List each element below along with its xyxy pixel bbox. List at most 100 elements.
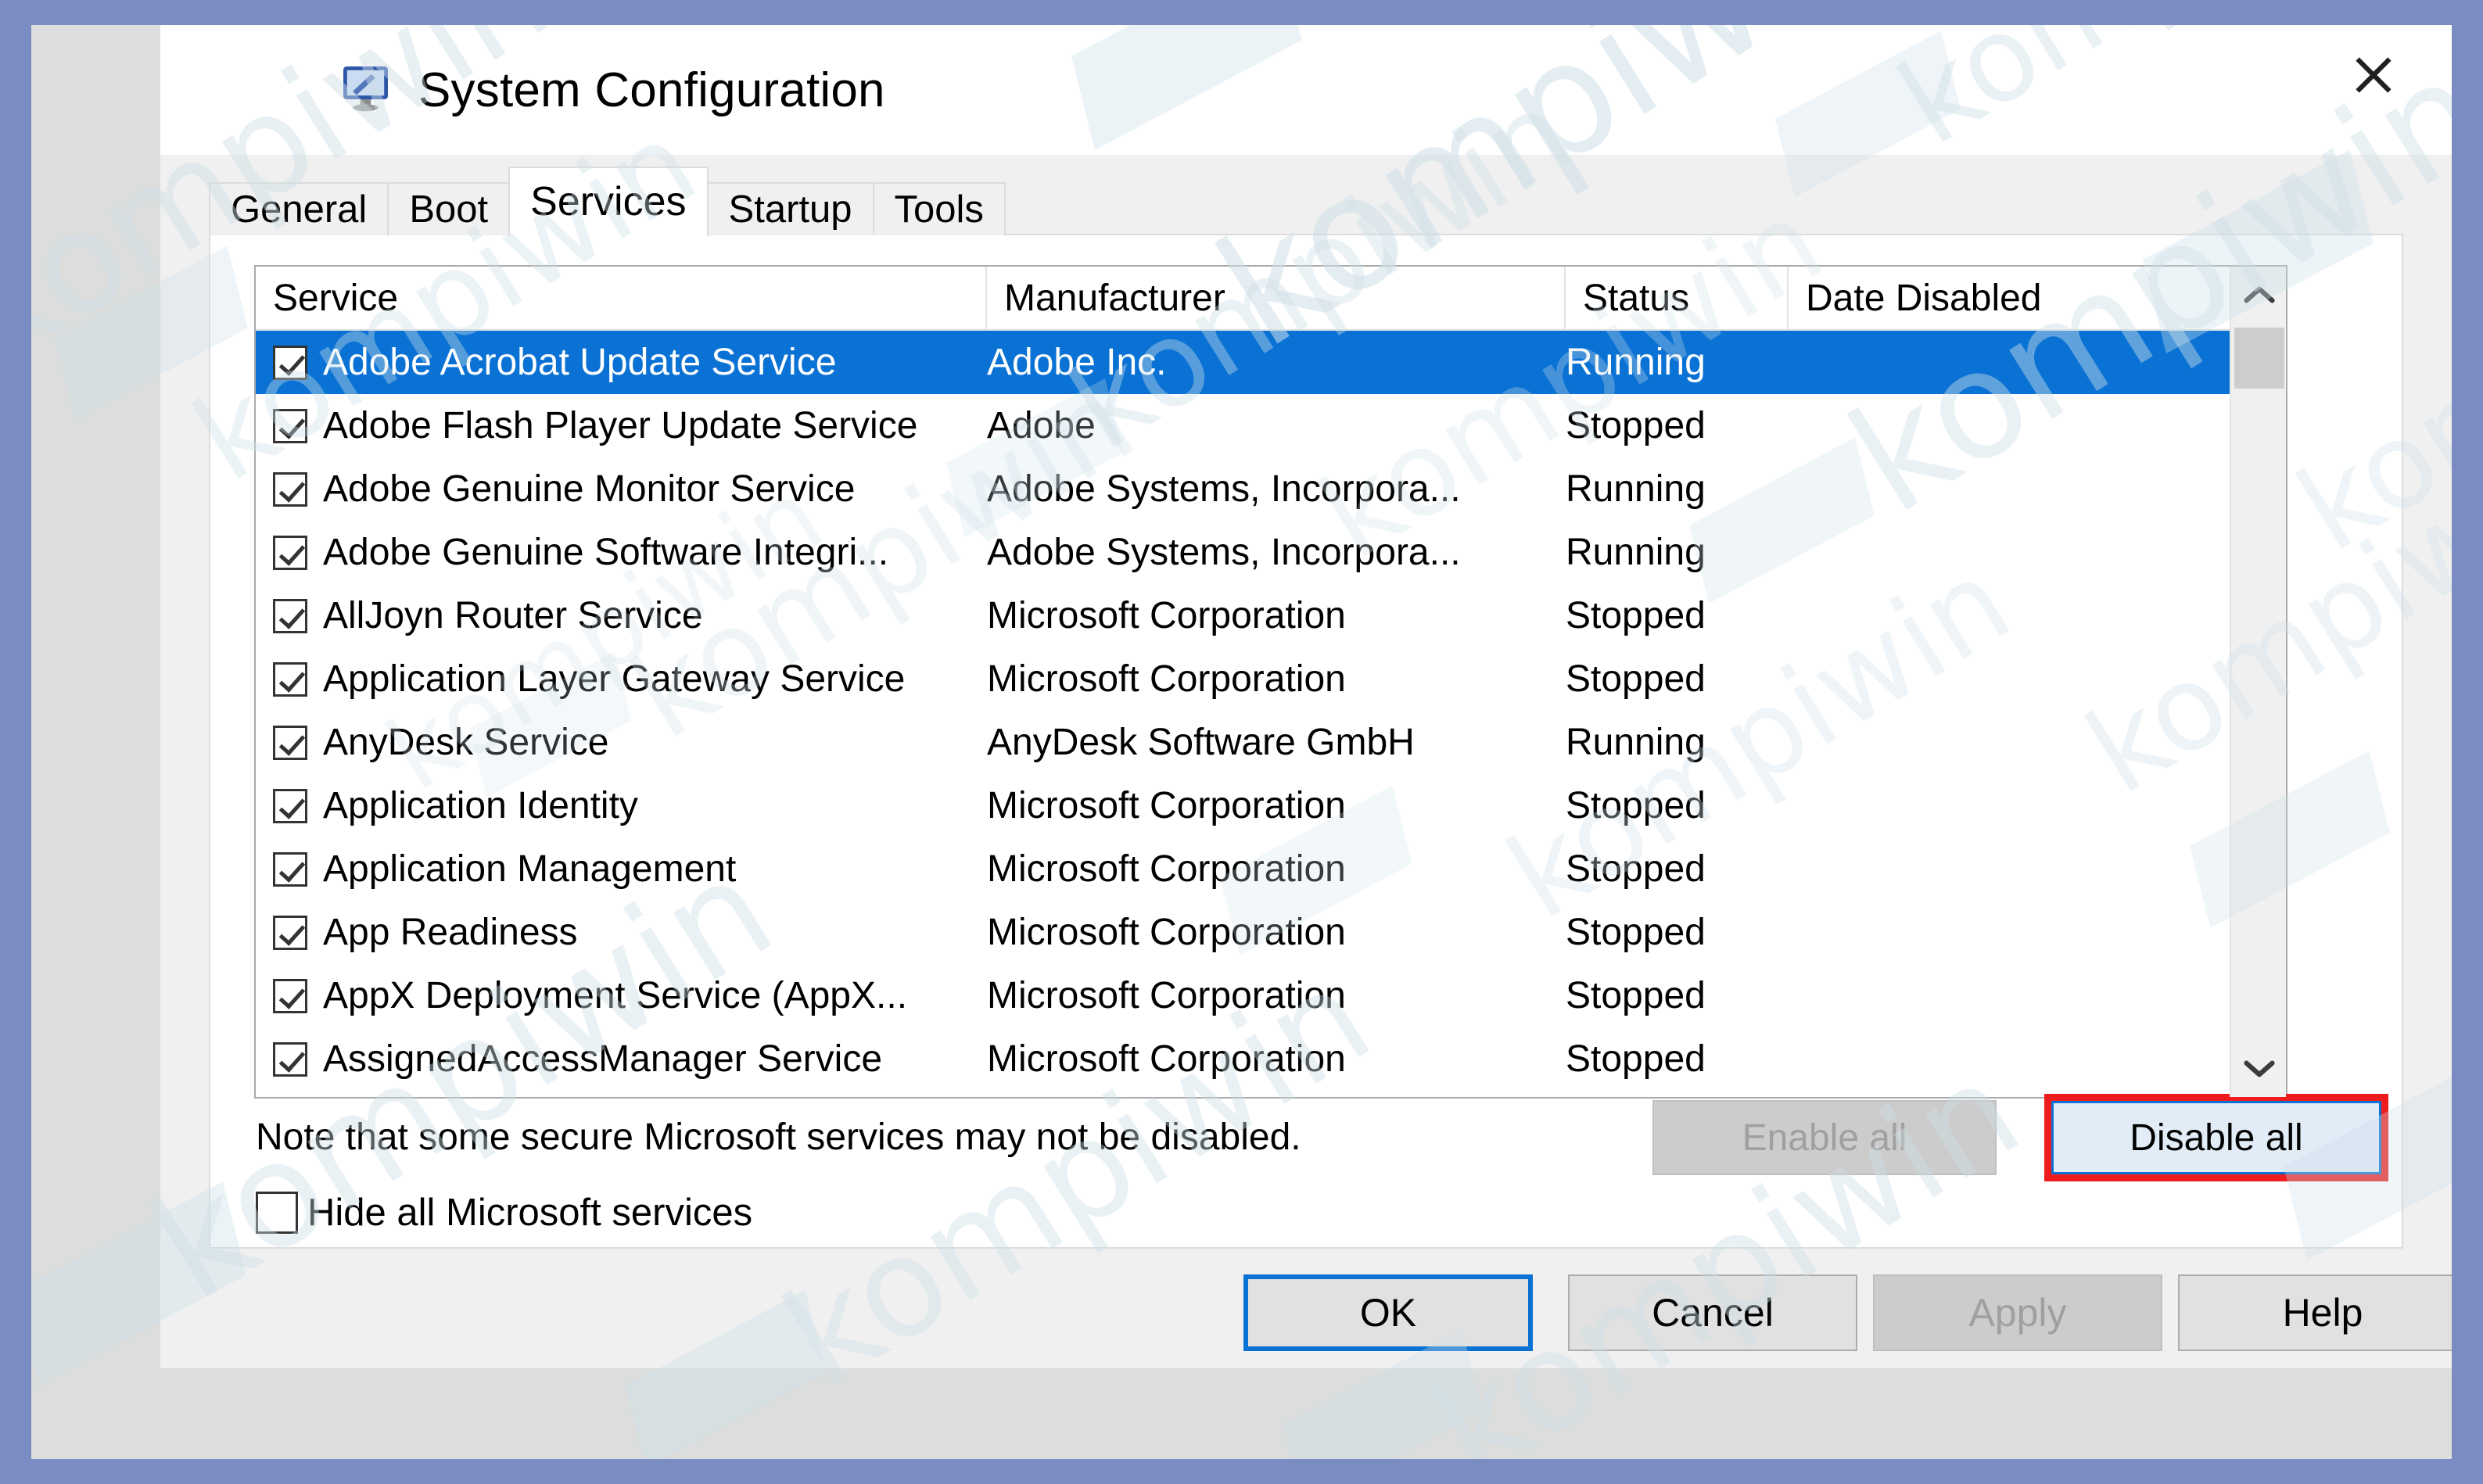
service-enabled-checkbox[interactable] <box>273 598 307 633</box>
table-row[interactable]: AppX Deployment Service (AppX... Microsof… <box>256 964 2286 1027</box>
table-row[interactable]: AllJoyn Router Service Microsoft Corporat… <box>256 584 2286 647</box>
vertical-scrollbar[interactable] <box>2230 267 2286 1097</box>
service-name-label: Adobe Genuine Software Integri... <box>323 532 889 573</box>
status-cell: Running <box>1566 342 1706 383</box>
manufacturer-cell: Microsoft Corporation <box>987 975 1346 1016</box>
table-row[interactable]: Adobe Acrobat Update Service Adobe Inc. Ru… <box>256 331 2286 394</box>
service-name-cell: Application Layer Gateway Service <box>256 658 987 701</box>
service-enabled-checkbox[interactable] <box>273 725 307 760</box>
tab-startup[interactable]: Startup <box>706 182 874 235</box>
status-cell: Running <box>1566 722 1706 763</box>
column-header-date-disabled[interactable]: Date Disabled <box>1789 267 2226 329</box>
table-row[interactable]: Application Layer Gateway Service Microso… <box>256 647 2286 711</box>
table-row[interactable]: Adobe Genuine Software Integri... Adobe S… <box>256 521 2286 584</box>
hide-microsoft-services-checkbox[interactable] <box>256 1192 298 1234</box>
status-cell: Stopped <box>1566 848 1706 890</box>
close-icon[interactable] <box>2295 25 2452 125</box>
manufacturer-cell: Adobe Inc. <box>987 342 1167 383</box>
column-header-status[interactable]: Status <box>1566 267 1789 329</box>
manufacturer-cell: Microsoft Corporation <box>987 658 1346 700</box>
hide-microsoft-services-row[interactable]: Hide all Microsoft services <box>256 1191 752 1235</box>
manufacturer-cell: Microsoft Corporation <box>987 595 1346 636</box>
tab-tools[interactable]: Tools <box>872 182 1006 235</box>
status-cell: Stopped <box>1566 658 1706 700</box>
status-cell: Stopped <box>1566 785 1706 826</box>
service-name-label: Adobe Genuine Monitor Service <box>323 468 856 510</box>
table-row[interactable]: App Readiness Microsoft Corporation Stoppe… <box>256 901 2286 964</box>
column-header-service[interactable]: Service <box>256 267 987 329</box>
services-list-rows: Adobe Acrobat Update Service Adobe Inc. Ru… <box>256 331 2286 1097</box>
service-enabled-checkbox[interactable] <box>273 471 307 507</box>
service-enabled-checkbox[interactable] <box>273 408 307 443</box>
disable-all-button[interactable]: Disable all <box>2051 1101 2381 1174</box>
service-name-label: AnyDesk Service <box>323 722 609 763</box>
status-cell: Stopped <box>1566 405 1706 446</box>
chevron-down-icon[interactable] <box>2231 1041 2286 1097</box>
service-name-cell: Adobe Acrobat Update Service <box>256 341 987 384</box>
service-name-label: Application Identity <box>323 785 638 826</box>
status-cell: Stopped <box>1566 1038 1706 1080</box>
service-name-cell: App Readiness <box>256 911 987 954</box>
service-enabled-checkbox[interactable] <box>273 851 307 887</box>
cancel-button[interactable]: Cancel <box>1568 1274 1857 1351</box>
services-list-header: Service Manufacturer Status Date Disable… <box>256 267 2286 331</box>
manufacturer-cell: Microsoft Corporation <box>987 912 1346 953</box>
scrollbar-thumb[interactable] <box>2234 328 2284 389</box>
ok-button[interactable]: OK <box>1243 1274 1533 1351</box>
service-name-label: Application Management <box>323 848 737 890</box>
service-enabled-checkbox[interactable] <box>273 1041 307 1077</box>
help-button[interactable]: Help <box>2178 1274 2452 1351</box>
manufacturer-cell: Microsoft Corporation <box>987 1038 1346 1080</box>
hide-microsoft-services-label: Hide all Microsoft services <box>307 1192 753 1234</box>
service-enabled-checkbox[interactable] <box>273 345 307 380</box>
manufacturer-cell: Microsoft Corporation <box>987 848 1346 890</box>
enable-all-button[interactable]: Enable all <box>1652 1100 1997 1175</box>
service-name-cell: AssignedAccessManager Service <box>256 1038 987 1081</box>
manufacturer-cell: AnyDesk Software GmbH <box>987 722 1415 763</box>
manufacturer-cell: Microsoft Corporation <box>987 785 1346 826</box>
service-name-cell: Application Management <box>256 848 987 891</box>
dialog-footer: OK Cancel Apply Help <box>160 1249 2452 1368</box>
table-row[interactable]: Adobe Genuine Monitor Service Adobe Syste… <box>256 457 2286 521</box>
table-row[interactable]: Application Management Microsoft Corporat… <box>256 837 2286 901</box>
service-enabled-checkbox[interactable] <box>273 978 307 1013</box>
manufacturer-cell: Adobe <box>987 405 1096 446</box>
service-name-label: AppX Deployment Service (AppX... <box>323 975 908 1016</box>
tab-services[interactable]: Services <box>508 167 709 237</box>
service-name-cell: Application Identity <box>256 784 987 827</box>
service-name-cell: AnyDesk Service <box>256 721 987 764</box>
page-title: System Configuration <box>418 63 885 117</box>
service-name-cell: AppX Deployment Service (AppX... <box>256 974 987 1017</box>
table-row[interactable]: Adobe Flash Player Update Service Adobe St… <box>256 394 2286 457</box>
dialog-body: General Boot Services Startup Tools Serv… <box>160 155 2452 1368</box>
column-header-manufacturer[interactable]: Manufacturer <box>987 267 1566 329</box>
table-row[interactable]: AssignedAccessManager Service Microsoft C… <box>256 1027 2286 1091</box>
status-cell: Stopped <box>1566 975 1706 1016</box>
service-name-label: AssignedAccessManager Service <box>323 1038 883 1080</box>
service-name-label: AllJoyn Router Service <box>323 595 703 636</box>
tab-content-services: Service Manufacturer Status Date Disable… <box>209 234 2403 1249</box>
status-cell: Stopped <box>1566 595 1706 636</box>
title-bar: System Configuration <box>160 25 2452 155</box>
service-enabled-checkbox[interactable] <box>273 915 307 950</box>
service-name-cell: AllJoyn Router Service <box>256 594 987 637</box>
status-cell: Running <box>1566 468 1706 510</box>
status-cell: Running <box>1566 532 1706 573</box>
table-row[interactable]: Application Identity Microsoft Corporatio… <box>256 774 2286 837</box>
service-enabled-checkbox[interactable] <box>273 788 307 823</box>
service-enabled-checkbox[interactable] <box>273 661 307 697</box>
apply-button[interactable]: Apply <box>1873 1274 2162 1351</box>
tab-strip: General Boot Services Startup Tools <box>209 167 1006 237</box>
service-enabled-checkbox[interactable] <box>273 535 307 570</box>
service-name-cell: Adobe Genuine Monitor Service <box>256 468 987 511</box>
tab-panel-wrapper: General Boot Services Startup Tools Serv… <box>209 167 2403 1249</box>
status-cell: Stopped <box>1566 912 1706 953</box>
service-name-label: Adobe Flash Player Update Service <box>323 405 918 446</box>
chevron-up-icon[interactable] <box>2231 267 2286 323</box>
tab-general[interactable]: General <box>209 182 389 235</box>
tab-boot[interactable]: Boot <box>387 182 511 235</box>
system-configuration-icon <box>341 62 397 118</box>
system-configuration-dialog: System Configuration General Boot Servic… <box>160 25 2452 1368</box>
table-row[interactable]: AnyDesk Service AnyDesk Software GmbH Runn… <box>256 711 2286 774</box>
service-name-label: App Readiness <box>323 912 578 953</box>
